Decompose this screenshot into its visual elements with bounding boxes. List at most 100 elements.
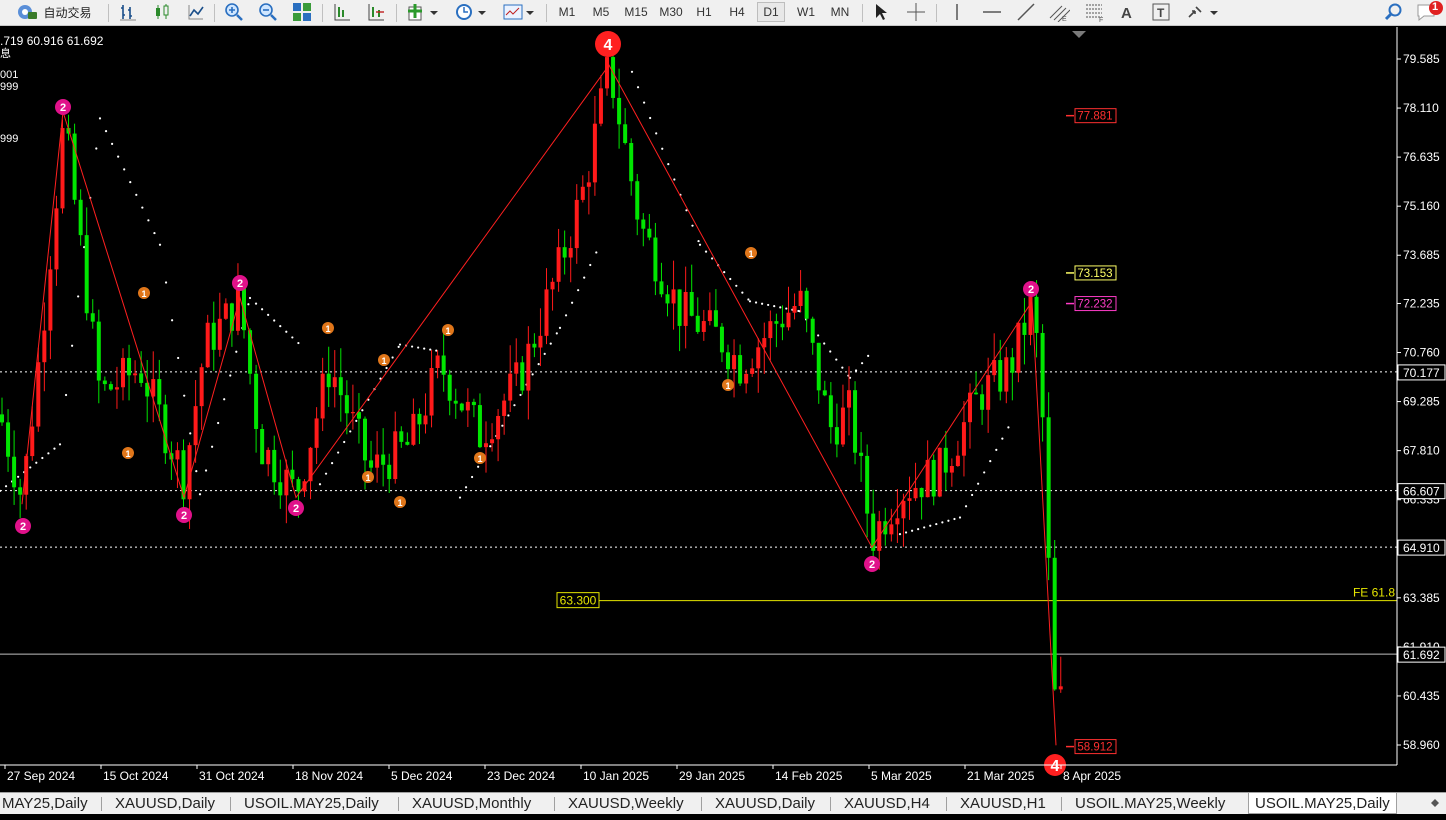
timeframe-d1[interactable]: D1 [757, 2, 785, 22]
candle-body [804, 290, 809, 319]
time-label: 31 Oct 2024 [199, 769, 265, 783]
sar-dot [643, 101, 646, 104]
time-label: 27 Sep 2024 [7, 769, 75, 783]
channel-icon: E [1049, 5, 1070, 22]
sar-dot [53, 447, 56, 450]
search-button[interactable] [1382, 2, 1406, 22]
candle-body [974, 392, 979, 395]
candle-body [133, 373, 138, 376]
sar-dot [458, 496, 462, 499]
candle-body [925, 459, 930, 498]
candle-body [562, 247, 567, 258]
zoom-out-icon [259, 3, 277, 21]
vertical-line-button[interactable] [946, 2, 968, 22]
trendline-button[interactable] [1014, 2, 1038, 22]
text-label-button[interactable]: T [1150, 2, 1172, 22]
sar-dot [1001, 437, 1004, 440]
axis-price-box-label: 70.177 [1403, 366, 1440, 380]
text-button[interactable]: A [1116, 2, 1138, 22]
tabs-scroll-button[interactable] [1428, 793, 1444, 814]
timeframe-m5[interactable]: M5 [587, 2, 615, 22]
indicator-overlay-text: 001 [0, 69, 18, 81]
sar-dot [911, 529, 914, 532]
tab-usoil-may25-daily-active[interactable]: USOIL.MAY25,Daily [1248, 793, 1397, 814]
timeframe-m1[interactable]: M1 [553, 2, 581, 22]
candle-body [580, 186, 585, 200]
line-chart-button[interactable] [184, 2, 208, 22]
zoom-in-button[interactable] [222, 2, 246, 22]
tab-usoil-may25-weekly[interactable]: USOIL.MAY25,Weekly [1075, 793, 1225, 814]
sar-dot [817, 334, 820, 337]
candle-body [465, 401, 470, 411]
candle-body [121, 357, 125, 388]
tab-xauusd-daily-2[interactable]: XAUUSD,Daily [715, 793, 815, 814]
candle-body [732, 355, 737, 370]
candle-body [623, 124, 628, 144]
notifications-button[interactable]: 1 [1414, 1, 1444, 22]
sar-dot [698, 243, 702, 246]
candle-body [701, 321, 706, 332]
tab-xauusd-h1[interactable]: XAUUSD,H1 [960, 793, 1046, 814]
time-label: 5 Mar 2025 [871, 769, 932, 783]
search-icon [1384, 3, 1402, 21]
bar-chart-button[interactable] [116, 2, 140, 22]
zoom-out-button[interactable] [256, 2, 280, 22]
candle-body [508, 373, 513, 401]
tab-xauusd-monthly[interactable]: XAUUSD,Monthly [412, 793, 531, 814]
sar-dot [861, 362, 864, 365]
sar-dot [898, 533, 902, 536]
candle-body [574, 199, 579, 249]
wave-label-text: 2 [20, 521, 26, 533]
chart-canvas[interactable]: 63.300 FE 61.8 4 4 2 2 2 2 2 2 2 1 1 1 1 1 1 1 1 1 1 77.881 7… [0, 27, 1446, 792]
autotrade-button[interactable]: 自动交易 [6, 2, 102, 22]
sar-dot [158, 243, 162, 246]
indicators-button[interactable] [404, 2, 442, 22]
timeframe-h4[interactable]: H4 [723, 2, 751, 22]
candle-body [102, 380, 107, 385]
sar-dot [324, 472, 328, 475]
line-chart-icon [188, 5, 204, 20]
timeframe-m15[interactable]: M15 [620, 2, 652, 22]
channel-button[interactable]: E [1046, 2, 1072, 22]
tab-xauusd-daily[interactable]: XAUUSD,Daily [115, 793, 215, 814]
candlestick-button[interactable] [150, 2, 174, 22]
sar-dot [630, 70, 634, 73]
candle-body [598, 88, 603, 124]
candle-body [768, 321, 773, 339]
candle-body [223, 303, 228, 319]
tab-usoil-may25-daily[interactable]: USOIL.MAY25,Daily [244, 793, 379, 814]
sar-dot [711, 257, 714, 260]
tab-xauusd-weekly[interactable]: XAUUSD,Weekly [568, 793, 684, 814]
candle-body [290, 469, 295, 480]
timeframe-h1[interactable]: H1 [690, 2, 718, 22]
sar-dot [254, 302, 258, 305]
candle-body [477, 405, 482, 448]
sar-dot [649, 116, 652, 120]
crosshair-button[interactable] [904, 2, 928, 22]
price-tick-label: 76.635 [1403, 150, 1440, 164]
tab-xauusd-h4[interactable]: XAUUSD,H4 [844, 793, 930, 814]
chart-shift-button[interactable] [330, 2, 354, 22]
templates-button[interactable] [500, 2, 538, 22]
fibonacci-button[interactable]: F [1082, 2, 1108, 22]
timeframe-mn[interactable]: MN [825, 2, 855, 22]
axis-price-box-label: 61.692 [1403, 648, 1440, 662]
sar-dot [589, 263, 592, 267]
cursor-button[interactable] [870, 2, 892, 22]
candle-body [901, 500, 906, 519]
chart-shift-icon [334, 4, 350, 21]
timeframe-w1[interactable]: W1 [791, 2, 821, 22]
arrows-button[interactable] [1184, 2, 1222, 22]
horizontal-line-button[interactable] [980, 2, 1004, 22]
sar-dot [337, 451, 340, 454]
timeframe-m30[interactable]: M30 [655, 2, 687, 22]
candle-body [108, 384, 113, 390]
autoscroll-button[interactable] [364, 2, 388, 22]
sar-dot [17, 475, 20, 478]
tile-windows-button[interactable] [290, 2, 314, 22]
periods-button[interactable] [452, 2, 490, 22]
price-chart[interactable]: 63.300 FE 61.8 4 4 2 2 2 2 2 2 2 1 1 1 1 1 1 1 1 1 1 77.881 7… [0, 27, 1446, 792]
candle-body [949, 466, 954, 473]
sar-dot [211, 445, 214, 448]
tab-usoil-daily-partial[interactable]: MAY25,Daily [2, 793, 88, 814]
